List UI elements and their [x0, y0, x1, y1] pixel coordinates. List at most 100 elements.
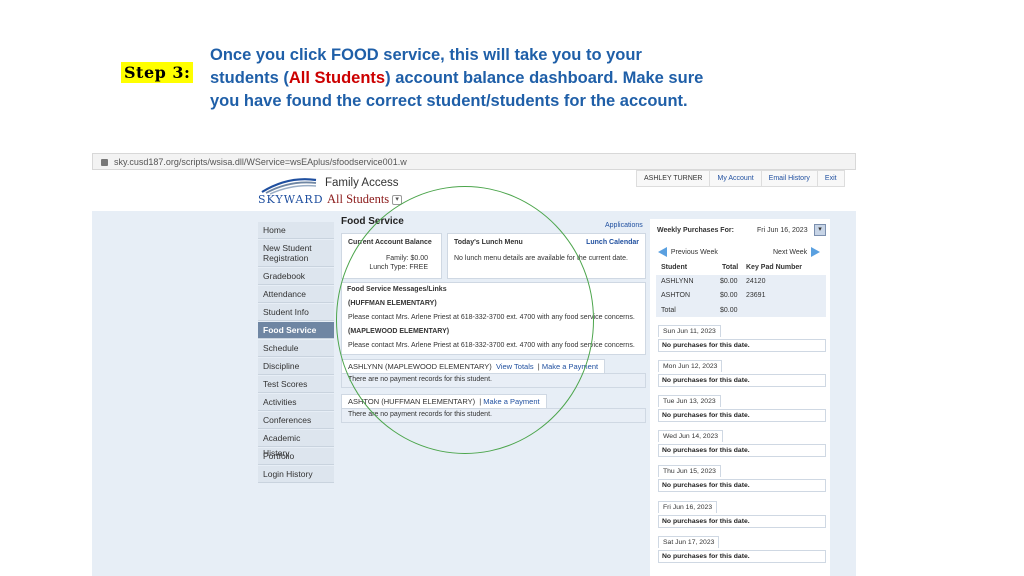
- instruction-line-1: Once you click FOOD service, this will t…: [210, 46, 642, 64]
- page-title: Food Service: [341, 216, 404, 227]
- top-nav: ASHLEY TURNER My Account Email History E…: [636, 170, 845, 187]
- weekly-date: Fri Jun 16, 2023: [757, 227, 808, 234]
- student-selector-label: All Students: [327, 192, 390, 206]
- email-history-link[interactable]: Email History: [762, 171, 818, 186]
- lunch-type-label: Lunch Type:: [369, 264, 408, 271]
- sidebar-item-new-student-registration[interactable]: New Student Registration: [258, 240, 334, 267]
- instruction-text: Once you click FOOD service, this will t…: [210, 44, 770, 113]
- make-payment-ashton-link[interactable]: Make a Payment: [483, 397, 539, 406]
- student-tab-ashton: ASHTON (HUFFMAN ELEMENTARY) | Make a Pay…: [341, 394, 547, 408]
- sidebar-item-activities[interactable]: Activities: [258, 394, 334, 411]
- student-name-ashton: ASHTON (HUFFMAN ELEMENTARY): [348, 397, 476, 406]
- right-arrow-icon: [811, 247, 820, 257]
- row-total-value: $0.00: [720, 307, 738, 314]
- day-date-sat: Sat Jun 17, 2023: [658, 536, 720, 548]
- day-note-wed: No purchases for this date.: [658, 444, 826, 457]
- day-date-fri: Fri Jun 16, 2023: [658, 501, 718, 513]
- row-ashlynn-total: $0.00: [720, 278, 738, 285]
- message-huffman: Please contact Mrs. Arlene Priest at 618…: [348, 314, 635, 321]
- family-value: $0.00: [410, 255, 428, 262]
- instruction-line-2-pre: students (: [210, 69, 289, 87]
- sidebar-item-gradebook[interactable]: Gradebook: [258, 268, 334, 285]
- sidebar-item-attendance[interactable]: Attendance: [258, 286, 334, 303]
- view-totals-link[interactable]: View Totals: [496, 362, 534, 371]
- lunch-calendar-link[interactable]: Lunch Calendar: [586, 239, 639, 246]
- next-week-label: Next Week: [773, 248, 808, 256]
- weekly-title: Weekly Purchases For:: [657, 227, 734, 234]
- day-date-mon: Mon Jun 12, 2023: [658, 360, 723, 372]
- sidebar-item-discipline[interactable]: Discipline: [258, 358, 334, 375]
- family-balance: Family: $0.00: [342, 255, 428, 262]
- day-date-thu: Thu Jun 15, 2023: [658, 465, 721, 477]
- lunch-menu-title: Today's Lunch Menu: [454, 239, 523, 246]
- student-selector[interactable]: All Students ▾: [327, 192, 403, 207]
- ashlynn-payment-note: There are no payment records for this st…: [341, 373, 646, 388]
- lunch-type-value: FREE: [409, 264, 428, 271]
- row-ashton-total: $0.00: [720, 292, 738, 299]
- family-label: Family:: [385, 255, 409, 262]
- all-students-highlight: All Students: [288, 69, 386, 87]
- make-payment-ashlynn-link[interactable]: Make a Payment: [542, 362, 598, 371]
- col-key-pad: Key Pad Number: [746, 264, 803, 271]
- day-note-thu: No purchases for this date.: [658, 479, 826, 492]
- day-note-sun: No purchases for this date.: [658, 339, 826, 352]
- account-balance-panel: Current Account Balance Family: $0.00 Lu…: [341, 233, 442, 279]
- calendar-dropdown-icon[interactable]: ▾: [814, 224, 826, 236]
- row-ashton-student: ASHTON: [661, 292, 691, 299]
- weekly-purchases-panel: Weekly Purchases For: Fri Jun 16, 2023 ▾…: [650, 219, 830, 576]
- student-name-ashlynn: ASHLYNN (MAPLEWOOD ELEMENTARY): [348, 362, 492, 371]
- row-ashlynn-keypad: 24120: [746, 278, 766, 285]
- day-note-tue: No purchases for this date.: [658, 409, 826, 422]
- left-arrow-icon: [658, 247, 667, 257]
- sidebar-item-login-history[interactable]: Login History: [258, 466, 334, 483]
- address-bar[interactable]: sky.cusd187.org/scripts/wsisa.dll/WServi…: [92, 153, 856, 170]
- url-text: sky.cusd187.org/scripts/wsisa.dll/WServi…: [114, 157, 407, 167]
- applications-link[interactable]: Applications: [605, 222, 643, 229]
- sidebar: Home New Student Registration Gradebook …: [258, 222, 334, 484]
- row-ashlynn-student: ASHLYNN: [661, 278, 694, 285]
- sidebar-item-student-info[interactable]: Student Info: [258, 304, 334, 321]
- col-student: Student: [661, 264, 688, 271]
- sidebar-item-home[interactable]: Home: [258, 222, 334, 239]
- lunch-type: Lunch Type: FREE: [342, 264, 428, 271]
- family-access-title: Family Access: [325, 177, 399, 189]
- ashton-payment-note: There are no payment records for this st…: [341, 408, 646, 423]
- chevron-down-icon[interactable]: ▾: [392, 195, 403, 206]
- student-tab-ashlynn: ASHLYNN (MAPLEWOOD ELEMENTARY) View Tota…: [341, 359, 606, 373]
- day-note-mon: No purchases for this date.: [658, 374, 826, 387]
- messages-panel: Food Service Messages/Links (HUFFMAN ELE…: [341, 282, 646, 355]
- day-note-sat: No purchases for this date.: [658, 550, 826, 563]
- day-date-wed: Wed Jun 14, 2023: [658, 430, 724, 442]
- next-week-link[interactable]: Next Week: [773, 247, 820, 257]
- my-account-link[interactable]: My Account: [710, 171, 762, 186]
- sidebar-item-food-service[interactable]: Food Service: [258, 322, 334, 339]
- sidebar-item-academic-history[interactable]: Academic History: [258, 430, 334, 458]
- previous-week-label: Previous Week: [670, 248, 718, 256]
- instruction-line-2-post: ) account balance dashboard. Make sure: [385, 69, 704, 87]
- sidebar-item-portfolio[interactable]: Portfolio: [258, 448, 334, 465]
- instruction-line-2: students (All Students) account balance …: [210, 67, 770, 90]
- exit-link[interactable]: Exit: [818, 171, 844, 186]
- day-date-tue: Tue Jun 13, 2023: [658, 395, 721, 407]
- col-total: Total: [722, 264, 739, 271]
- previous-week-link[interactable]: Previous Week: [658, 247, 718, 257]
- school-maplewood: (MAPLEWOOD ELEMENTARY): [348, 328, 450, 335]
- instruction-line-3: you have found the correct student/stude…: [210, 92, 688, 110]
- sidebar-item-conferences[interactable]: Conferences: [258, 412, 334, 429]
- step-label: Step 3:: [121, 62, 194, 83]
- lock-icon: [101, 159, 108, 166]
- day-note-fri: No purchases for this date.: [658, 515, 826, 528]
- account-balance-title: Current Account Balance: [348, 239, 432, 246]
- logo-text: SKYWARD: [258, 193, 324, 206]
- sidebar-item-schedule[interactable]: Schedule: [258, 340, 334, 357]
- user-name: ASHLEY TURNER: [637, 171, 711, 186]
- sidebar-item-test-scores[interactable]: Test Scores: [258, 376, 334, 393]
- lunch-menu-panel: Today's Lunch Menu Lunch Calendar No lun…: [447, 233, 646, 279]
- row-total-label: Total: [661, 307, 676, 314]
- messages-title: Food Service Messages/Links: [347, 286, 447, 293]
- message-maplewood: Please contact Mrs. Arlene Priest at 618…: [348, 342, 635, 349]
- row-ashton-keypad: 23691: [746, 292, 766, 299]
- school-huffman: (HUFFMAN ELEMENTARY): [348, 300, 437, 307]
- lunch-menu-message: No lunch menu details are available for …: [454, 255, 628, 262]
- food-service-main: Food Service Applications Current Accoun…: [340, 214, 646, 574]
